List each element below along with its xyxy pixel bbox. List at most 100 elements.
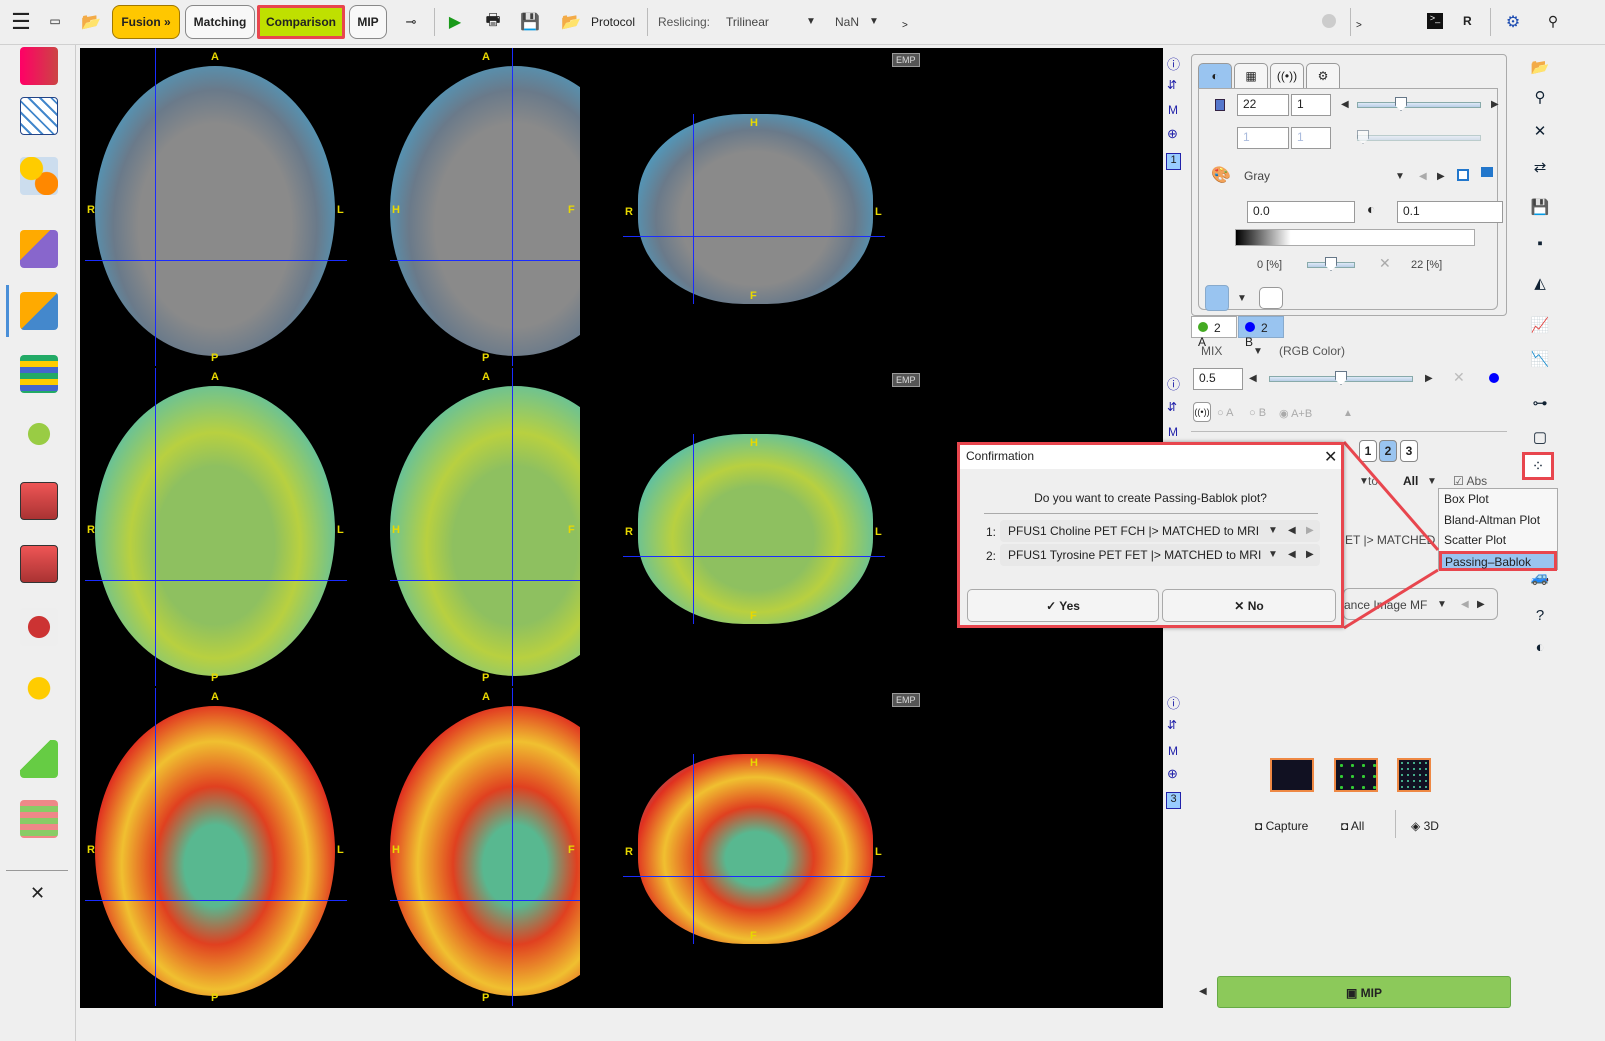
- sync-icon[interactable]: ⇵: [1167, 400, 1177, 414]
- chevron-down-icon[interactable]: ▼: [1437, 599, 1447, 610]
- capture-button[interactable]: ◘ Capture: [1255, 819, 1308, 833]
- series-b-tab[interactable]: 2 B: [1238, 316, 1284, 349]
- matching-button[interactable]: Matching: [185, 5, 255, 39]
- chart-icon[interactable]: 📈: [1528, 314, 1552, 336]
- 3d-button[interactable]: ◈ 3D: [1411, 819, 1439, 833]
- yes-button[interactable]: ✓ Yes: [967, 589, 1159, 622]
- mip-tab-button[interactable]: MIP: [349, 5, 387, 39]
- menu-item-passing-bablok[interactable]: Passing–Bablok: [1439, 550, 1557, 571]
- reset-mix-icon[interactable]: ✕: [1453, 369, 1465, 386]
- coronal-view[interactable]: H F R L: [623, 114, 885, 304]
- axial-view[interactable]: A P R L: [85, 48, 347, 366]
- mix-value-input[interactable]: 0.5: [1193, 368, 1243, 390]
- heart-icon[interactable]: [20, 608, 58, 646]
- pet-cardiac-icon[interactable]: [20, 482, 58, 520]
- contrast-icon[interactable]: ◐: [1367, 201, 1375, 217]
- prev-mix-icon[interactable]: ◀: [1249, 373, 1257, 384]
- next-slice-icon[interactable]: ▶: [1491, 99, 1499, 110]
- more-toolbar[interactable]: >: [902, 20, 908, 31]
- info-icon[interactable]: ⓘ: [1167, 693, 1180, 712]
- chevron-down-icon[interactable]: ▼: [806, 16, 816, 27]
- page-1-button[interactable]: 1: [1359, 440, 1377, 462]
- console-icon[interactable]: >_: [1427, 13, 1443, 29]
- link-icon[interactable]: ⊸: [400, 12, 422, 32]
- triangle-tool-icon[interactable]: ◭: [1528, 272, 1552, 294]
- mip-button[interactable]: ▣ MIP: [1217, 976, 1511, 1008]
- fusion-button[interactable]: Fusion »: [112, 5, 180, 39]
- slice-slider[interactable]: [1357, 102, 1481, 108]
- comparison-button[interactable]: Comparison: [257, 5, 345, 39]
- protocol-icon[interactable]: 📂: [558, 10, 584, 34]
- fusion-tool-icon[interactable]: [20, 230, 58, 268]
- layers-icon[interactable]: [20, 800, 58, 838]
- swap-icon[interactable]: ⇄: [1528, 156, 1552, 178]
- radio-a[interactable]: ○ A: [1217, 407, 1233, 419]
- chevron-down-icon[interactable]: ▼: [1253, 346, 1263, 357]
- prev-icon[interactable]: ◀: [1461, 599, 1469, 610]
- menu-item-scatter-plot[interactable]: Scatter Plot: [1439, 530, 1557, 551]
- chevron-down-icon[interactable]: ▼: [1237, 293, 1247, 304]
- link-icon[interactable]: ⊶: [1528, 392, 1552, 414]
- contrast-icon[interactable]: ◐: [1528, 636, 1552, 658]
- pin-icon[interactable]: ⚲: [1528, 86, 1552, 108]
- axial-view[interactable]: A P R L: [85, 368, 347, 686]
- sync-icon[interactable]: ⇵: [1167, 78, 1177, 92]
- pin-icon[interactable]: ⚲: [1544, 10, 1562, 32]
- cross-tools-icon[interactable]: ✕: [1528, 120, 1552, 142]
- open-folder-icon[interactable]: 📂: [1528, 56, 1552, 78]
- info-icon[interactable]: ⓘ: [1167, 374, 1180, 393]
- graph-model-icon[interactable]: [20, 157, 58, 195]
- grid-thumbnail[interactable]: [1397, 758, 1431, 792]
- series-a-tab[interactable]: 2 A: [1191, 316, 1237, 349]
- threshold-thumb[interactable]: [1325, 257, 1337, 271]
- reset-icon[interactable]: ✕: [1379, 255, 1391, 272]
- terminal-icon[interactable]: ▪: [1528, 232, 1552, 254]
- series-select-truncated[interactable]: ET |> MATCHED: [1345, 533, 1435, 547]
- coronal-view[interactable]: H F R L: [623, 754, 885, 944]
- frame-step-input[interactable]: 1: [1291, 127, 1331, 149]
- menu-item-box-plot[interactable]: Box Plot: [1439, 489, 1557, 510]
- axial-view[interactable]: A P R L: [85, 688, 347, 1006]
- minimize-icon[interactable]: ▭: [48, 12, 62, 30]
- crosshair-icon[interactable]: ⊕: [1167, 766, 1178, 782]
- chevron-down-icon[interactable]: ▼: [1395, 171, 1405, 182]
- slice-slider-thumb[interactable]: [1395, 97, 1407, 111]
- tab-layout[interactable]: ▦: [1234, 63, 1268, 89]
- dialog-close-icon[interactable]: ✕: [1324, 447, 1337, 467]
- data-input-icon[interactable]: [20, 47, 58, 85]
- page-3-button[interactable]: 3: [1400, 440, 1418, 462]
- sagittal-view[interactable]: A P H F: [390, 48, 580, 366]
- no-button[interactable]: ✕ No: [1162, 589, 1336, 622]
- reference-select[interactable]: ance Image MF: [1344, 598, 1427, 612]
- prev-colormap-icon[interactable]: ◀: [1419, 171, 1427, 182]
- body-thumbnail[interactable]: [1270, 758, 1314, 792]
- save-icon[interactable]: 💾: [1528, 196, 1552, 218]
- sync-icon[interactable]: ⇵: [1167, 718, 1177, 732]
- m-icon[interactable]: M: [1168, 103, 1178, 117]
- r-button[interactable]: R: [1463, 14, 1472, 28]
- m-icon[interactable]: M: [1168, 425, 1178, 439]
- brain-tool-icon[interactable]: [20, 675, 58, 713]
- fusion-compare-icon[interactable]: [20, 292, 58, 330]
- reslicing-select[interactable]: Trilinear: [726, 15, 769, 29]
- print-icon[interactable]: 🖶: [482, 10, 504, 34]
- close-icon[interactable]: ✕: [30, 883, 45, 904]
- next-colormap-icon[interactable]: ▶: [1437, 171, 1445, 182]
- invert-icon[interactable]: [1457, 169, 1469, 181]
- abs-checkbox[interactable]: ☑ Abs: [1453, 474, 1487, 488]
- colormap-select[interactable]: Gray: [1244, 169, 1270, 183]
- mix-mode-select[interactable]: MIX: [1201, 344, 1222, 358]
- menu-item-bland-altman[interactable]: Bland-Altman Plot: [1439, 510, 1557, 531]
- chart-icon-2[interactable]: 📉: [1528, 348, 1552, 370]
- load-arrow-icon[interactable]: 📂: [78, 8, 104, 36]
- menu-icon[interactable]: ☰: [8, 9, 34, 34]
- tab-fusion[interactable]: ((•)): [1270, 63, 1304, 89]
- kinetic-model-icon[interactable]: [20, 97, 58, 135]
- crosshair-icon[interactable]: ⊕: [1167, 126, 1178, 142]
- radio-ab[interactable]: ◉ A+B: [1279, 407, 1312, 420]
- sagittal-view[interactable]: A P H F: [390, 688, 580, 1006]
- brain-grid-thumbnail[interactable]: [1334, 758, 1378, 792]
- settings-gear-icon[interactable]: ⚙: [1500, 9, 1526, 35]
- scatter-plot-icon[interactable]: ⁘: [1522, 452, 1554, 480]
- shading-button[interactable]: [1259, 287, 1283, 309]
